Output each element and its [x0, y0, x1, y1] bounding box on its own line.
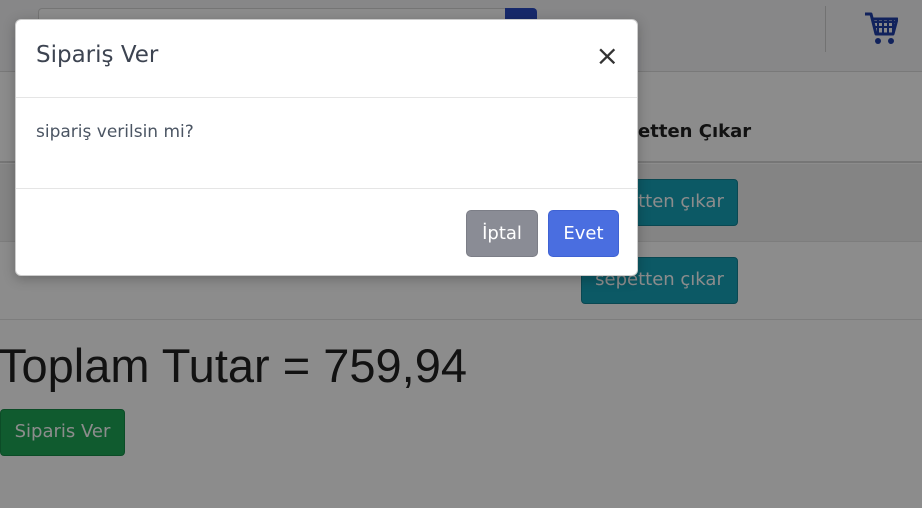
- modal-footer: İptal Evet: [16, 189, 637, 277]
- page: Sepetten Çıkar sepetten çıkar sepetten ç…: [0, 0, 922, 508]
- modal-body: sipariş verilsin mi?: [16, 98, 637, 189]
- order-confirm-dialog: Sipariş Ver × sipariş verilsin mi? İptal…: [15, 19, 638, 276]
- modal-message: sipariş verilsin mi?: [36, 122, 194, 142]
- confirm-button[interactable]: Evet: [548, 210, 619, 257]
- modal-header: Sipariş Ver ×: [16, 20, 637, 98]
- modal-title: Sipariş Ver: [36, 42, 159, 68]
- cancel-button[interactable]: İptal: [466, 210, 538, 257]
- close-icon[interactable]: ×: [596, 42, 619, 70]
